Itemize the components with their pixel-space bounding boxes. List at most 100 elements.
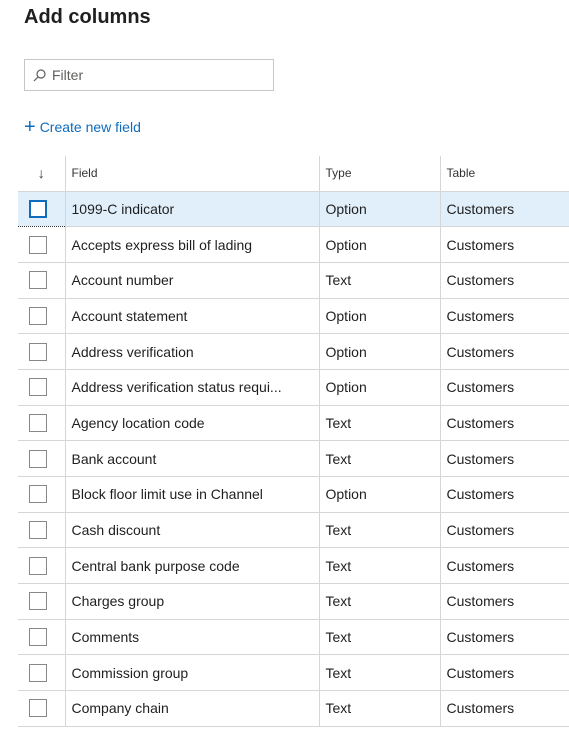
row-checkbox[interactable] [29,271,47,290]
create-new-field-label: Create new field [39,119,141,135]
table-row[interactable]: Company chain Text Customers [18,690,569,727]
type-cell: Text [318,619,440,656]
field-column-header[interactable]: Field [64,156,319,192]
row-select-cell [18,690,65,727]
field-cell: Bank account [64,440,319,477]
row-select-cell [18,440,65,477]
type-cell: Text [318,405,440,442]
field-cell: Commission group [64,654,319,692]
create-new-field-link[interactable]: + Create new field [24,117,141,137]
type-cell: Text [318,654,440,692]
table-row[interactable]: Bank account Text Customers [18,440,569,477]
table-cell: Customers [439,654,569,692]
row-select-cell [18,654,65,692]
field-cell: 1099-C indicator [64,191,319,228]
table-cell: Customers [439,619,569,656]
field-cell: Company chain [64,690,319,727]
plus-icon: + [24,116,36,138]
row-select-cell [18,512,65,549]
table-row[interactable]: 1099-C indicator Option Customers [18,191,569,228]
type-cell: Text [318,512,440,549]
field-cell: Accepts express bill of lading [64,226,319,263]
filter-input[interactable] [52,67,252,83]
table-row[interactable]: Comments Text Customers [18,619,569,656]
row-checkbox[interactable] [29,413,47,432]
table-cell: Customers [439,298,569,335]
type-cell: Option [318,298,440,335]
row-checkbox[interactable] [29,592,47,611]
table-cell: Customers [439,547,569,585]
row-checkbox[interactable] [29,521,47,540]
field-cell: Account statement [64,298,319,335]
row-checkbox[interactable] [29,449,47,468]
table-cell: Customers [439,690,569,727]
row-select-cell [18,619,65,656]
search-icon [33,68,46,81]
table-cell: Customers [439,191,569,228]
field-cell: Address verification [64,333,319,370]
type-cell: Option [318,333,440,370]
filter-field[interactable] [24,59,274,91]
field-cell: Cash discount [64,512,319,549]
table-cell: Customers [439,583,569,620]
row-checkbox[interactable] [29,342,47,361]
row-checkbox[interactable] [29,235,47,254]
table-row[interactable]: Central bank purpose code Text Customers [18,547,569,585]
type-cell: Text [318,440,440,477]
type-cell: Text [318,583,440,620]
table-row[interactable]: Block floor limit use in Channel Option Cu… [18,476,569,513]
row-select-cell [18,226,65,263]
table-cell: Customers [439,369,569,406]
panel-title: Add columns [24,6,151,28]
type-column-header[interactable]: Type [318,156,440,192]
table-row[interactable]: Cash discount Text Customers [18,512,569,549]
row-select-cell [18,191,65,228]
table-row[interactable]: Account number Text Customers [18,262,569,299]
table-cell: Customers [439,333,569,370]
table-row[interactable]: Commission group Text Customers [18,654,569,692]
sort-indicator-header[interactable]: ↓ [18,156,65,192]
row-select-cell [18,476,65,513]
row-checkbox[interactable] [29,199,47,218]
row-select-cell [18,333,65,370]
table-cell: Customers [439,512,569,549]
type-cell: Option [318,369,440,406]
row-select-cell [18,405,65,442]
row-checkbox[interactable] [29,485,47,504]
table-cell: Customers [439,440,569,477]
table-cell: Customers [439,405,569,442]
field-cell: Agency location code [64,405,319,442]
row-checkbox[interactable] [29,663,47,682]
row-checkbox[interactable] [29,306,47,325]
field-cell: Charges group [64,583,319,620]
row-select-cell [18,262,65,299]
row-select-cell [18,547,65,585]
field-cell: Block floor limit use in Channel [64,476,319,513]
field-cell: Comments [64,619,319,656]
type-cell: Option [318,476,440,513]
type-cell: Text [318,262,440,299]
row-checkbox[interactable] [29,628,47,647]
field-cell: Account number [64,262,319,299]
grid-header-row: ↓ Field Type Table [18,156,569,192]
table-row[interactable]: Charges group Text Customers [18,583,569,620]
row-checkbox[interactable] [29,699,47,718]
table-row[interactable]: Accepts express bill of lading Option Cust… [18,226,569,263]
columns-grid: ↓ Field Type Table 1099-C indicator Optio… [18,156,569,727]
row-checkbox[interactable] [29,556,47,575]
row-checkbox[interactable] [29,378,47,397]
type-cell: Text [318,690,440,727]
table-row[interactable]: Agency location code Text Customers [18,405,569,442]
table-row[interactable]: Address verification status requi... Opti… [18,369,569,406]
table-cell: Customers [439,262,569,299]
table-cell: Customers [439,226,569,263]
table-column-header[interactable]: Table [439,156,569,192]
table-row[interactable]: Address verification Option Customers [18,333,569,370]
row-select-cell [18,583,65,620]
table-row[interactable]: Account statement Option Customers [18,298,569,335]
type-cell: Option [318,191,440,228]
row-select-cell [18,369,65,406]
field-cell: Address verification status requi... [64,369,319,406]
table-cell: Customers [439,476,569,513]
type-cell: Text [318,547,440,585]
